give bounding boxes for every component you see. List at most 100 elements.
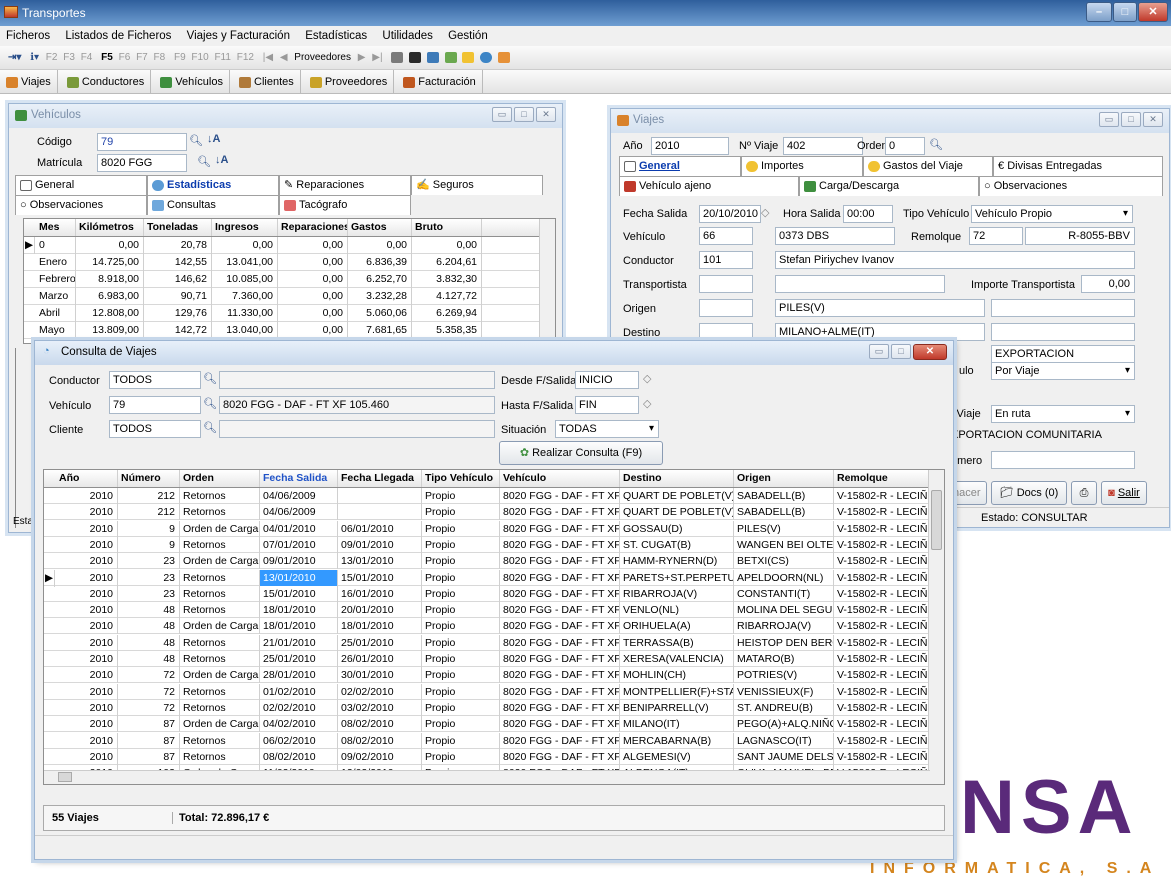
toolbar-conductores[interactable]: Conductores	[61, 70, 152, 94]
vertical-scrollbar[interactable]	[928, 470, 944, 784]
ic-logo-icon[interactable]	[498, 51, 511, 63]
tab-divisas[interactable]: € Divisas Entregadas	[993, 156, 1163, 176]
col-gastos[interactable]: Gastos	[348, 219, 412, 236]
vehiculo-plate-field[interactable]: 0373 DBS	[775, 227, 895, 245]
f12-key[interactable]: F12	[237, 52, 254, 63]
maximize-button[interactable]: □	[514, 107, 534, 122]
col-reparaciones[interactable]: Reparaciones	[278, 219, 348, 236]
table-row[interactable]: 2010 9 Retornos 07/01/2010 09/01/2010 Propio 8…	[44, 536, 930, 553]
transportista-name-field[interactable]	[775, 275, 945, 293]
destino-extra-field[interactable]	[991, 323, 1135, 341]
hasta-field[interactable]: FIN	[575, 396, 639, 414]
nviaje-field[interactable]: 402	[783, 137, 863, 155]
table-row[interactable]: 2010 48 Retornos 18/01/2010 20/01/2010 Propio…	[44, 602, 930, 619]
toolbar-facturacion[interactable]: Facturación	[397, 70, 483, 94]
close-button[interactable]: ✕	[536, 107, 556, 122]
scroll-thumb[interactable]	[931, 490, 942, 550]
calendar-icon[interactable]: ◇	[761, 206, 769, 219]
f4-key[interactable]: F4	[81, 52, 93, 63]
toolbar-viajes[interactable]: Viajes	[0, 70, 58, 94]
close-button[interactable]: ✕	[1143, 112, 1163, 127]
tab-estadisticas[interactable]: Estadísticas	[147, 175, 279, 195]
remolque-code-field[interactable]: 72	[969, 227, 1023, 245]
vehiculo-field[interactable]: 79	[109, 396, 201, 414]
first-record-icon[interactable]: |◀	[263, 52, 273, 63]
search-icon[interactable]: 🔍︎	[203, 372, 217, 385]
col-kilometros[interactable]: Kilómetros	[76, 219, 144, 236]
tab-observaciones[interactable]: ○ Observaciones	[979, 176, 1163, 196]
table-row[interactable]: Marzo 6.983,00 90,71 7.360,00 0,00 3.232,28 4.…	[24, 288, 540, 305]
f6-key[interactable]: F6	[119, 52, 131, 63]
col-fecha-llegada[interactable]: Fecha Llegada	[338, 470, 422, 487]
col-tipo-vehiculo[interactable]: Tipo Vehículo	[422, 470, 500, 487]
table-row[interactable]: 2010 48 Orden de Carga 18/01/2010 18/01/2010…	[44, 618, 930, 635]
table-row[interactable]: Febrero 8.918,00 146,62 10.085,00 0,00 6.252,…	[24, 271, 540, 288]
search-icon[interactable]: 🔍︎	[929, 138, 943, 151]
orden-field[interactable]: 0	[885, 137, 925, 155]
codigo-field[interactable]: 79	[97, 133, 187, 151]
tab-consultas[interactable]: Consultas	[147, 195, 279, 215]
fecha-salida-field[interactable]: 20/10/2010	[699, 205, 761, 223]
menu-ficheros[interactable]: Ficheros	[6, 30, 50, 42]
globe-icon[interactable]	[480, 51, 493, 63]
table-row[interactable]: 2010 72 Orden de Carga 28/01/2010 30/01/2010…	[44, 667, 930, 684]
table-row[interactable]: 2010 87 Orden de Carga 04/02/2010 08/02/2010…	[44, 716, 930, 733]
col-ingresos[interactable]: Ingresos	[212, 219, 278, 236]
table-row[interactable]: 2010 212 Retornos 04/06/2009 Propio 8020 FGG …	[44, 488, 930, 504]
tab-vehiculo-ajeno[interactable]: Vehículo ajeno	[619, 176, 799, 196]
table-row[interactable]: 2010 23 Retornos 15/01/2010 16/01/2010 Propio…	[44, 585, 930, 602]
matricula-field[interactable]: 8020 FGG	[97, 154, 187, 172]
maximize-button[interactable]: □	[1113, 2, 1137, 22]
maximize-button[interactable]: □	[891, 344, 911, 359]
search-icon[interactable]: 🔍︎	[203, 397, 217, 410]
sort-icon[interactable]: ↓A	[215, 154, 228, 166]
maximize-button[interactable]: □	[1121, 112, 1141, 127]
menu-gestion[interactable]: Gestión	[448, 30, 488, 42]
table-row[interactable]: 2010 87 Retornos 06/02/2010 08/02/2010 Propio…	[44, 732, 930, 749]
col-numero[interactable]: Número	[118, 470, 180, 487]
situacion-select[interactable]: TODAS	[555, 420, 659, 438]
print-button[interactable]: ⎙	[1071, 481, 1097, 505]
horizontal-scrollbar[interactable]	[44, 770, 930, 784]
tab-gastos[interactable]: Gastos del Viaje	[863, 156, 993, 176]
table-row[interactable]: 2010 48 Retornos 21/01/2010 25/01/2010 Propio…	[44, 634, 930, 651]
table-row[interactable]: Abril 12.808,00 129,76 11.330,00 0,00 5.060,0…	[24, 305, 540, 322]
table-row[interactable]: 2010 48 Retornos 25/01/2010 26/01/2010 Propio…	[44, 651, 930, 667]
search-icon[interactable]: 🔍︎	[189, 134, 203, 147]
tab-seguros[interactable]: ✍ Seguros	[411, 175, 543, 195]
col-ano[interactable]: Año	[56, 470, 118, 487]
toolbar-proveedores[interactable]: Proveedores	[294, 52, 351, 63]
settings-icon[interactable]	[444, 51, 457, 63]
table-row[interactable]: 2010 87 Retornos 08/02/2010 09/02/2010 Propio…	[44, 748, 930, 765]
ano-field[interactable]: 2010	[651, 137, 729, 155]
table-row[interactable]: Mayo 13.809,00 142,72 13.040,00 0,00 7.681,65…	[24, 322, 540, 339]
minimize-button[interactable]: ▭	[492, 107, 512, 122]
table-row[interactable]: 2010 9 Orden de Carga 04/01/2010 06/01/2010 P…	[44, 520, 930, 537]
col-mes[interactable]: Mes	[36, 219, 76, 236]
col-toneladas[interactable]: Toneladas	[144, 219, 212, 236]
salir-button[interactable]: ◙ Salir	[1101, 481, 1147, 505]
col-fecha-salida[interactable]: Fecha Salida	[260, 470, 338, 487]
table-row[interactable]: Enero 14.725,00 142,55 13.041,00 0,00 6.836,3…	[24, 254, 540, 271]
calculo-select[interactable]: Por Viaje	[991, 362, 1135, 380]
table-row[interactable]: ▶ 2010 23 Retornos 13/01/2010 15/01/2010 Propi…	[44, 569, 930, 587]
search-icon[interactable]: 🔍︎	[203, 421, 217, 434]
f7-key[interactable]: F7	[136, 52, 148, 63]
sort-icon[interactable]: ↓A	[207, 133, 220, 145]
numero-field[interactable]	[991, 451, 1135, 469]
table-row[interactable]: 2010 23 Orden de Carga 09/01/2010 13/01/2010…	[44, 553, 930, 570]
close-button[interactable]: ✕	[913, 344, 947, 360]
tab-general[interactable]: General	[15, 175, 147, 195]
minimize-button[interactable]: ▭	[869, 344, 889, 359]
toolbar-clientes[interactable]: Clientes	[233, 70, 301, 94]
f9-key[interactable]: F9	[174, 52, 186, 63]
hora-salida-field[interactable]: 00:00	[843, 205, 893, 223]
calendar-icon[interactable]: ◇	[643, 372, 651, 385]
table-row[interactable]: 2010 72 Retornos 01/02/2010 02/02/2010 Propio…	[44, 683, 930, 700]
menu-viajes-facturacion[interactable]: Viajes y Facturación	[187, 30, 290, 42]
vertical-scrollbar[interactable]	[539, 219, 555, 343]
conductor-code-field[interactable]: 101	[699, 251, 753, 269]
f3-key[interactable]: F3	[63, 52, 75, 63]
users-icon[interactable]	[426, 51, 439, 63]
conductor-name-field[interactable]: Stefan Piriychev Ivanov	[775, 251, 1135, 269]
